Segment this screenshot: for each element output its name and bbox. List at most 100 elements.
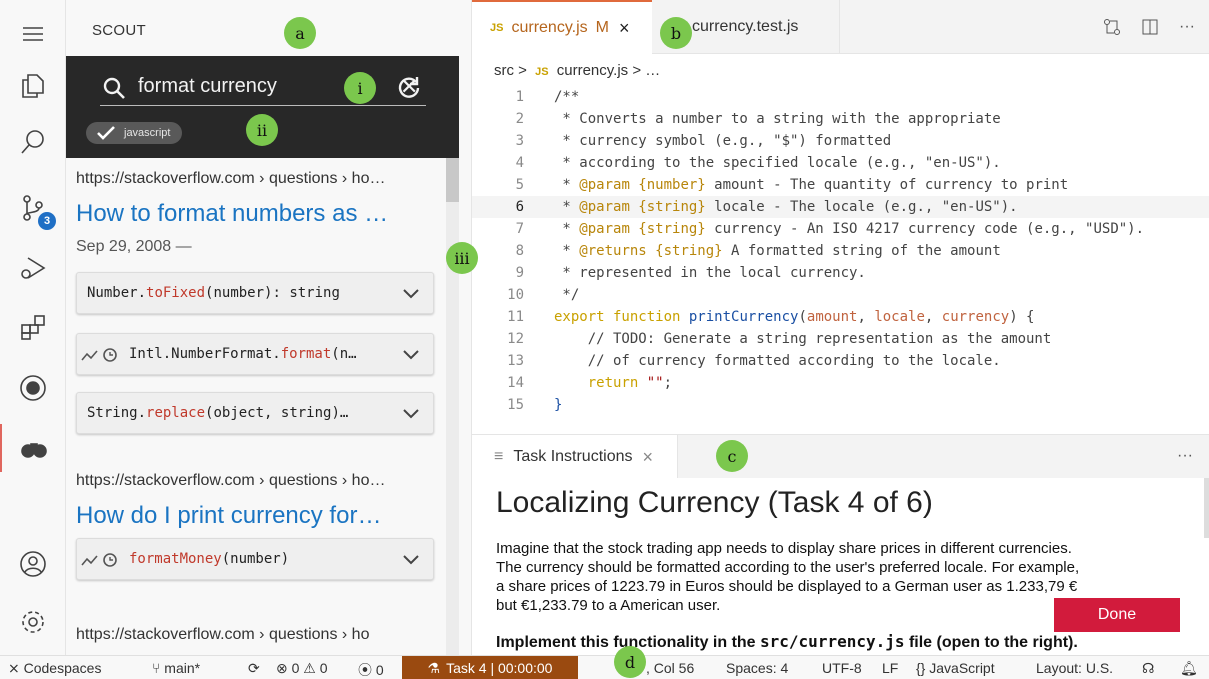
search-icon[interactable] <box>0 118 66 166</box>
explorer-icon[interactable] <box>0 62 66 110</box>
binoculars-icon[interactable] <box>0 424 66 472</box>
extensions-icon[interactable] <box>0 304 66 352</box>
snippet-code: Number.toFixed(number): string <box>87 285 340 301</box>
search-results: https://stackoverflow.com › questions › … <box>66 158 446 655</box>
cursor-position[interactable]: , Col 56 <box>646 660 694 676</box>
more-icon[interactable]: ··· <box>1179 18 1195 36</box>
task-paragraph-line: a share prices of 1223.79 in Euros shoul… <box>496 578 1078 595</box>
breadcrumb-separator: > <box>518 62 527 79</box>
indentation[interactable]: Spaces: 4 <box>726 660 788 676</box>
tab-currency-js[interactable]: JS currency.js M × <box>472 0 652 54</box>
ports-item[interactable]: ⦿ 0 <box>358 660 384 679</box>
keyboard-layout[interactable]: Layout: U.S. <box>1036 660 1113 676</box>
code-line: 14 return ""; <box>507 375 673 391</box>
task-instructions-panel: Localizing Currency (Task 4 of 6) Imagin… <box>472 478 1209 655</box>
result-title[interactable]: How to format numbers as … <box>76 200 388 228</box>
filter-chip-javascript[interactable]: javascript <box>86 122 183 144</box>
annotation-marker: d <box>614 646 646 678</box>
close-panel-tab-icon[interactable]: × <box>643 447 654 468</box>
scrollbar-thumb[interactable] <box>446 158 459 202</box>
activity-bar: 3 <box>0 0 66 655</box>
breadcrumb-file[interactable]: currency.js <box>557 62 628 79</box>
tab-label: currency.test.js <box>692 18 799 35</box>
scout-sidebar: SCOUT format currency ✕ javascript https… <box>66 0 472 655</box>
chevron-down-icon[interactable] <box>401 403 421 423</box>
js-file-icon: JS <box>490 22 504 34</box>
chevron-down-icon[interactable] <box>401 344 421 364</box>
code-line: 2 * Converts a number to a string with t… <box>515 111 1001 127</box>
trending-history-icon <box>81 348 117 362</box>
chevron-down-icon[interactable] <box>401 549 421 569</box>
split-editor-icon[interactable] <box>1141 18 1159 36</box>
code-line: 4 * according to the specified locale (e… <box>515 155 1001 171</box>
code-snippet[interactable]: Number.toFixed(number): string <box>76 272 434 314</box>
tab-task-instructions[interactable]: ≡ Task Instructions × <box>472 435 678 479</box>
filter-chip-label: javascript <box>124 127 171 139</box>
notifications-bell-icon[interactable]: 🔔︎ <box>1180 660 1198 677</box>
code-line: 8 * @returns {string} A formatted string… <box>515 243 1001 259</box>
compare-icon[interactable] <box>1103 18 1121 36</box>
code-snippet[interactable]: Intl.NumberFormat.format(n… <box>76 333 434 375</box>
github-icon[interactable] <box>0 364 66 412</box>
result-url[interactable]: https://stackoverflow.com › questions › … <box>76 626 369 644</box>
trending-history-icon <box>81 553 117 567</box>
js-file-icon: JS <box>535 66 549 78</box>
sidebar-title: SCOUT <box>92 22 146 39</box>
branch-item[interactable]: ⑂ main* <box>152 660 200 676</box>
search-icon <box>103 77 125 99</box>
run-debug-icon[interactable] <box>0 244 66 292</box>
annotation-marker: c <box>716 440 748 472</box>
result-url[interactable]: https://stackoverflow.com › questions › … <box>76 472 385 490</box>
annotation-marker: i <box>344 72 376 104</box>
language-mode[interactable]: {} JavaScript <box>916 660 995 676</box>
panel-scrollbar[interactable] <box>1204 478 1209 538</box>
refresh-icon[interactable] <box>396 74 422 100</box>
feedback-icon[interactable]: ☊ <box>1142 660 1154 677</box>
snippet-code: String.replace(object, string)… <box>87 405 349 421</box>
code-line: 9 * represented in the local currency. <box>515 265 866 281</box>
sync-icon[interactable]: ⟳ <box>248 660 260 677</box>
status-bar: ⨯ Codespaces ⑂ main* ⟳ ⊗ 0 ⚠ 0 ⦿ 0 ⚗ Task… <box>0 655 1209 679</box>
result-date: Sep 29, 2008 — <box>76 238 192 255</box>
result-title[interactable]: How do I print currency for… <box>76 502 381 530</box>
annotation-marker: ii <box>246 114 278 146</box>
sidebar-scrollbar[interactable] <box>446 158 459 655</box>
tab-label: currency.js <box>511 19 588 36</box>
codespaces-item[interactable]: ⨯ Codespaces <box>8 660 101 677</box>
check-icon <box>97 126 115 140</box>
result-url[interactable]: https://stackoverflow.com › questions › … <box>76 170 385 188</box>
code-editor[interactable]: 1/** 2 * Converts a number to a string w… <box>472 86 1209 432</box>
account-icon[interactable] <box>0 540 66 588</box>
menu-icon[interactable] <box>0 10 66 58</box>
done-button[interactable]: Done <box>1054 598 1180 632</box>
search-input[interactable]: format currency ✕ <box>100 72 426 106</box>
code-line: 10 */ <box>507 287 580 303</box>
editor-actions: ··· <box>1103 18 1195 36</box>
code-snippet[interactable]: String.replace(object, string)… <box>76 392 434 434</box>
breadcrumb-tail: > … <box>632 62 661 79</box>
document-icon: ≡ <box>494 448 504 465</box>
encoding[interactable]: UTF-8 <box>822 660 862 676</box>
snippet-code: formatMoney(number) <box>129 551 290 567</box>
chevron-down-icon[interactable] <box>401 283 421 303</box>
breadcrumb-folder[interactable]: src <box>494 62 514 79</box>
code-snippet[interactable]: formatMoney(number) <box>76 538 434 580</box>
snippet-code: Intl.NumberFormat.format(n… <box>129 346 357 362</box>
panel-more-icon[interactable]: ··· <box>1177 447 1193 465</box>
task-timer[interactable]: ⚗ Task 4 | 00:00:00 <box>402 656 578 679</box>
code-line: 1/** <box>515 89 580 105</box>
code-line: 13 // of currency formatted according to… <box>507 353 1001 369</box>
line-ending[interactable]: LF <box>882 660 898 676</box>
task-instruction: Implement this functionality in the src/… <box>496 632 1078 651</box>
beaker-icon: ⚗ <box>427 659 441 676</box>
settings-gear-icon[interactable] <box>0 598 66 646</box>
branch-icon: ⑂ <box>152 660 161 676</box>
annotation-marker: iii <box>446 242 478 274</box>
editor-tabs: JS currency.js M × currency.test.js ··· <box>472 0 1209 54</box>
annotation-marker: b <box>660 17 692 49</box>
problems-item[interactable]: ⊗ 0 ⚠ 0 <box>276 660 328 677</box>
code-line: 3 * currency symbol (e.g., "$") formatte… <box>515 133 892 149</box>
close-tab-icon[interactable]: × <box>619 18 630 39</box>
task-paragraph-line: Imagine that the stock trading app needs… <box>496 540 1072 557</box>
source-control-icon[interactable]: 3 <box>0 184 66 232</box>
